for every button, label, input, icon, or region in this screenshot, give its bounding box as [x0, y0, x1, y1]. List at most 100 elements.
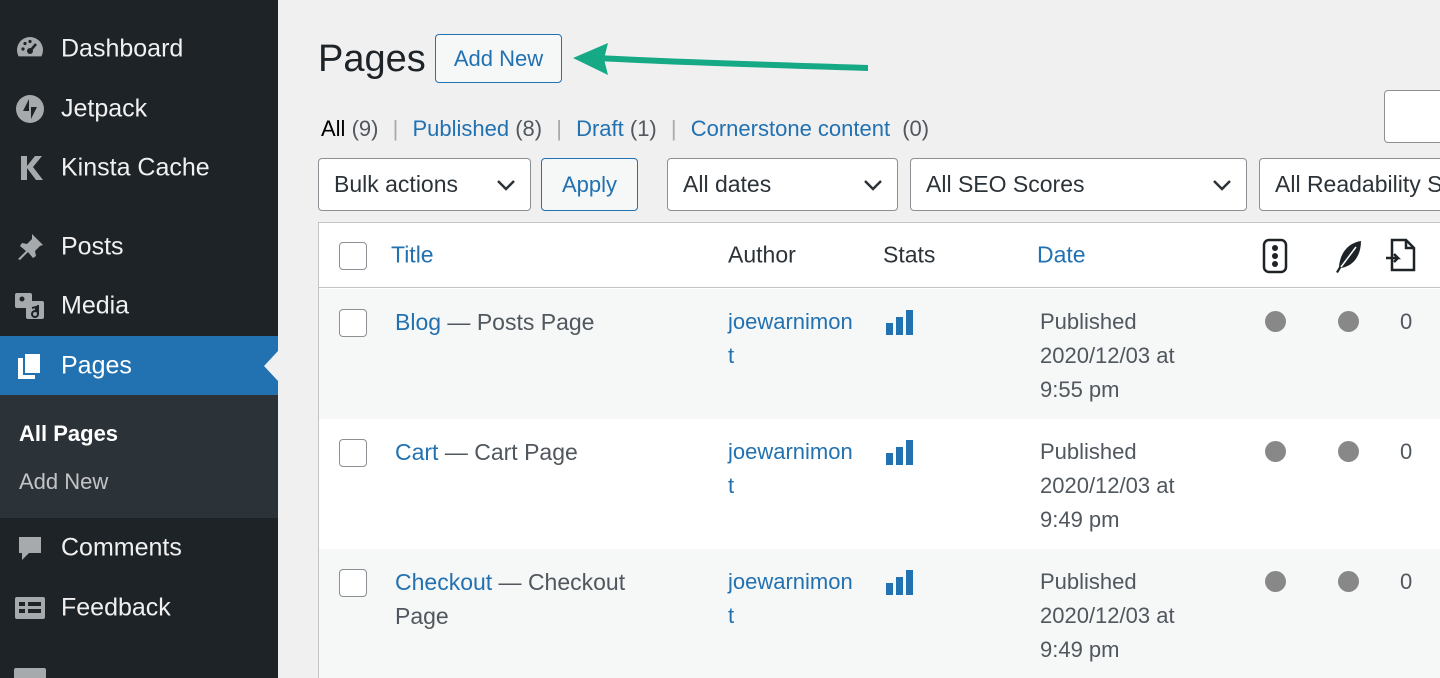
pin-icon	[14, 231, 46, 263]
date-value: 2020/12/03 at	[1040, 343, 1175, 368]
date-filter-select[interactable]: All dates	[667, 158, 898, 211]
stats-icon[interactable]	[885, 439, 915, 475]
filter-draft[interactable]: Draft	[576, 116, 624, 141]
select-value: Bulk actions	[334, 171, 459, 197]
kinsta-icon	[14, 152, 46, 184]
date-time: 9:49 pm	[1040, 507, 1120, 532]
page-state: — Posts Page	[441, 309, 595, 335]
readability-score-dot	[1338, 311, 1359, 332]
row-checkbox[interactable]	[339, 569, 367, 597]
annotation-arrow-icon	[573, 43, 868, 75]
pages-submenu: All Pages Add New	[0, 395, 278, 518]
apply-button[interactable]: Apply	[541, 158, 638, 211]
seo-score-select[interactable]: All SEO Scores	[910, 158, 1247, 211]
submenu-add-new[interactable]: Add New	[19, 469, 108, 495]
page-title-link[interactable]: Blog	[395, 309, 441, 335]
table-row: Cart — Cart Page joewarnimont Published …	[319, 419, 1440, 549]
readability-score-dot	[1338, 441, 1359, 462]
readability-score-dot	[1338, 571, 1359, 592]
seo-score-dot	[1265, 441, 1286, 462]
sidebar-item-label: Dashboard	[61, 34, 184, 62]
row-checkbox[interactable]	[339, 309, 367, 337]
select-all-checkbox[interactable]	[339, 242, 367, 270]
submenu-all-pages[interactable]: All Pages	[19, 421, 118, 447]
sidebar-item-label: Kinsta Cache	[61, 153, 210, 181]
filter-all[interactable]: All	[321, 116, 345, 141]
seo-score-dot	[1265, 311, 1286, 332]
jetpack-icon	[14, 93, 46, 125]
chevron-down-icon	[1213, 179, 1231, 191]
comment-icon	[14, 532, 46, 564]
row-date: Published 2020/12/03 at 9:55 pm	[1040, 305, 1210, 407]
link-count: 0	[1400, 309, 1413, 334]
sidebar-item-comments[interactable]: Comments	[0, 518, 278, 577]
seo-score-icon	[1262, 238, 1288, 274]
page-state: — Cart Page	[438, 439, 578, 465]
page-title-link[interactable]: Checkout	[395, 569, 492, 595]
sidebar-item-jetpack[interactable]: Jetpack	[0, 79, 278, 138]
sidebar-item-media[interactable]: Media	[0, 276, 278, 335]
row-title: Checkout — Checkout Page	[395, 565, 665, 633]
add-new-button[interactable]: Add New	[435, 34, 562, 83]
readability-feather-icon	[1336, 241, 1361, 273]
filter-count: (9)	[351, 116, 379, 141]
date-status: Published	[1040, 309, 1137, 334]
sidebar-item-label: Jetpack	[61, 94, 148, 122]
table-header: Title Author Stats Date	[319, 223, 1440, 288]
table-row: Blog — Posts Page joewarnimont Published…	[319, 289, 1440, 419]
sidebar-item-label: Pages	[61, 351, 132, 379]
sidebar-item-kinsta-cache[interactable]: Kinsta Cache	[0, 138, 278, 197]
search-input[interactable]	[1384, 90, 1440, 143]
bulk-actions-select[interactable]: Bulk actions	[318, 158, 531, 211]
row-author[interactable]: joewarnimont	[728, 435, 858, 503]
page-title-link[interactable]: Cart	[395, 439, 438, 465]
stats-icon[interactable]	[885, 309, 915, 345]
pages-table: Title Author Stats Date Blog — Posts Pag…	[318, 222, 1440, 678]
sidebar-item-feedback[interactable]: Feedback	[0, 578, 278, 637]
page-title: Pages	[318, 38, 426, 80]
sidebar-item-label: Media	[61, 291, 130, 319]
seo-score-dot	[1265, 571, 1286, 592]
row-author[interactable]: joewarnimont	[728, 565, 858, 633]
current-menu-arrow	[264, 350, 278, 381]
row-checkbox[interactable]	[339, 439, 367, 467]
date-value: 2020/12/03 at	[1040, 473, 1175, 498]
pages-icon	[14, 350, 46, 382]
admin-sidebar: Dashboard Jetpack Kinsta Cache Posts Med…	[0, 0, 278, 678]
sidebar-item-posts[interactable]: Posts	[0, 217, 278, 276]
column-title[interactable]: Title	[391, 242, 434, 269]
stats-icon[interactable]	[885, 569, 915, 605]
filter-cornerstone[interactable]: Cornerstone content	[691, 116, 890, 141]
sidebar-item-label: Comments	[61, 533, 182, 561]
sidebar-item-dashboard[interactable]: Dashboard	[0, 19, 278, 78]
row-title: Cart — Cart Page	[395, 435, 665, 469]
link-count-icon	[1386, 238, 1416, 272]
column-stats: Stats	[883, 241, 936, 268]
date-status: Published	[1040, 569, 1137, 594]
column-author: Author	[728, 241, 796, 268]
separator: |	[392, 116, 399, 141]
filter-published[interactable]: Published	[412, 116, 509, 141]
row-author[interactable]: joewarnimont	[728, 305, 858, 373]
table-row: Checkout — Checkout Page joewarnimont Pu…	[319, 549, 1440, 678]
separator: |	[670, 116, 677, 141]
sidebar-item-label: Posts	[61, 232, 124, 260]
readability-select[interactable]: All Readability Scores	[1259, 158, 1440, 211]
sidebar-item-label: Feedback	[61, 593, 171, 621]
partial-menu-icon	[14, 668, 46, 678]
media-icon	[14, 290, 46, 322]
select-value: All dates	[683, 171, 772, 197]
status-filter-links: All (9) | Published (8) | Draft (1) | Co…	[321, 116, 929, 142]
row-title: Blog — Posts Page	[395, 305, 665, 339]
feedback-icon	[14, 592, 46, 624]
date-status: Published	[1040, 439, 1137, 464]
link-count: 0	[1400, 439, 1413, 464]
date-time: 9:49 pm	[1040, 637, 1120, 662]
row-date: Published 2020/12/03 at 9:49 pm	[1040, 435, 1210, 537]
filter-count: (8)	[515, 116, 543, 141]
main-content: Pages Add New All (9) | Published (8) | …	[278, 0, 1440, 678]
filter-count: (0)	[902, 116, 930, 141]
date-value: 2020/12/03 at	[1040, 603, 1175, 628]
sidebar-item-pages[interactable]: Pages	[0, 336, 278, 395]
column-date[interactable]: Date	[1037, 242, 1086, 269]
